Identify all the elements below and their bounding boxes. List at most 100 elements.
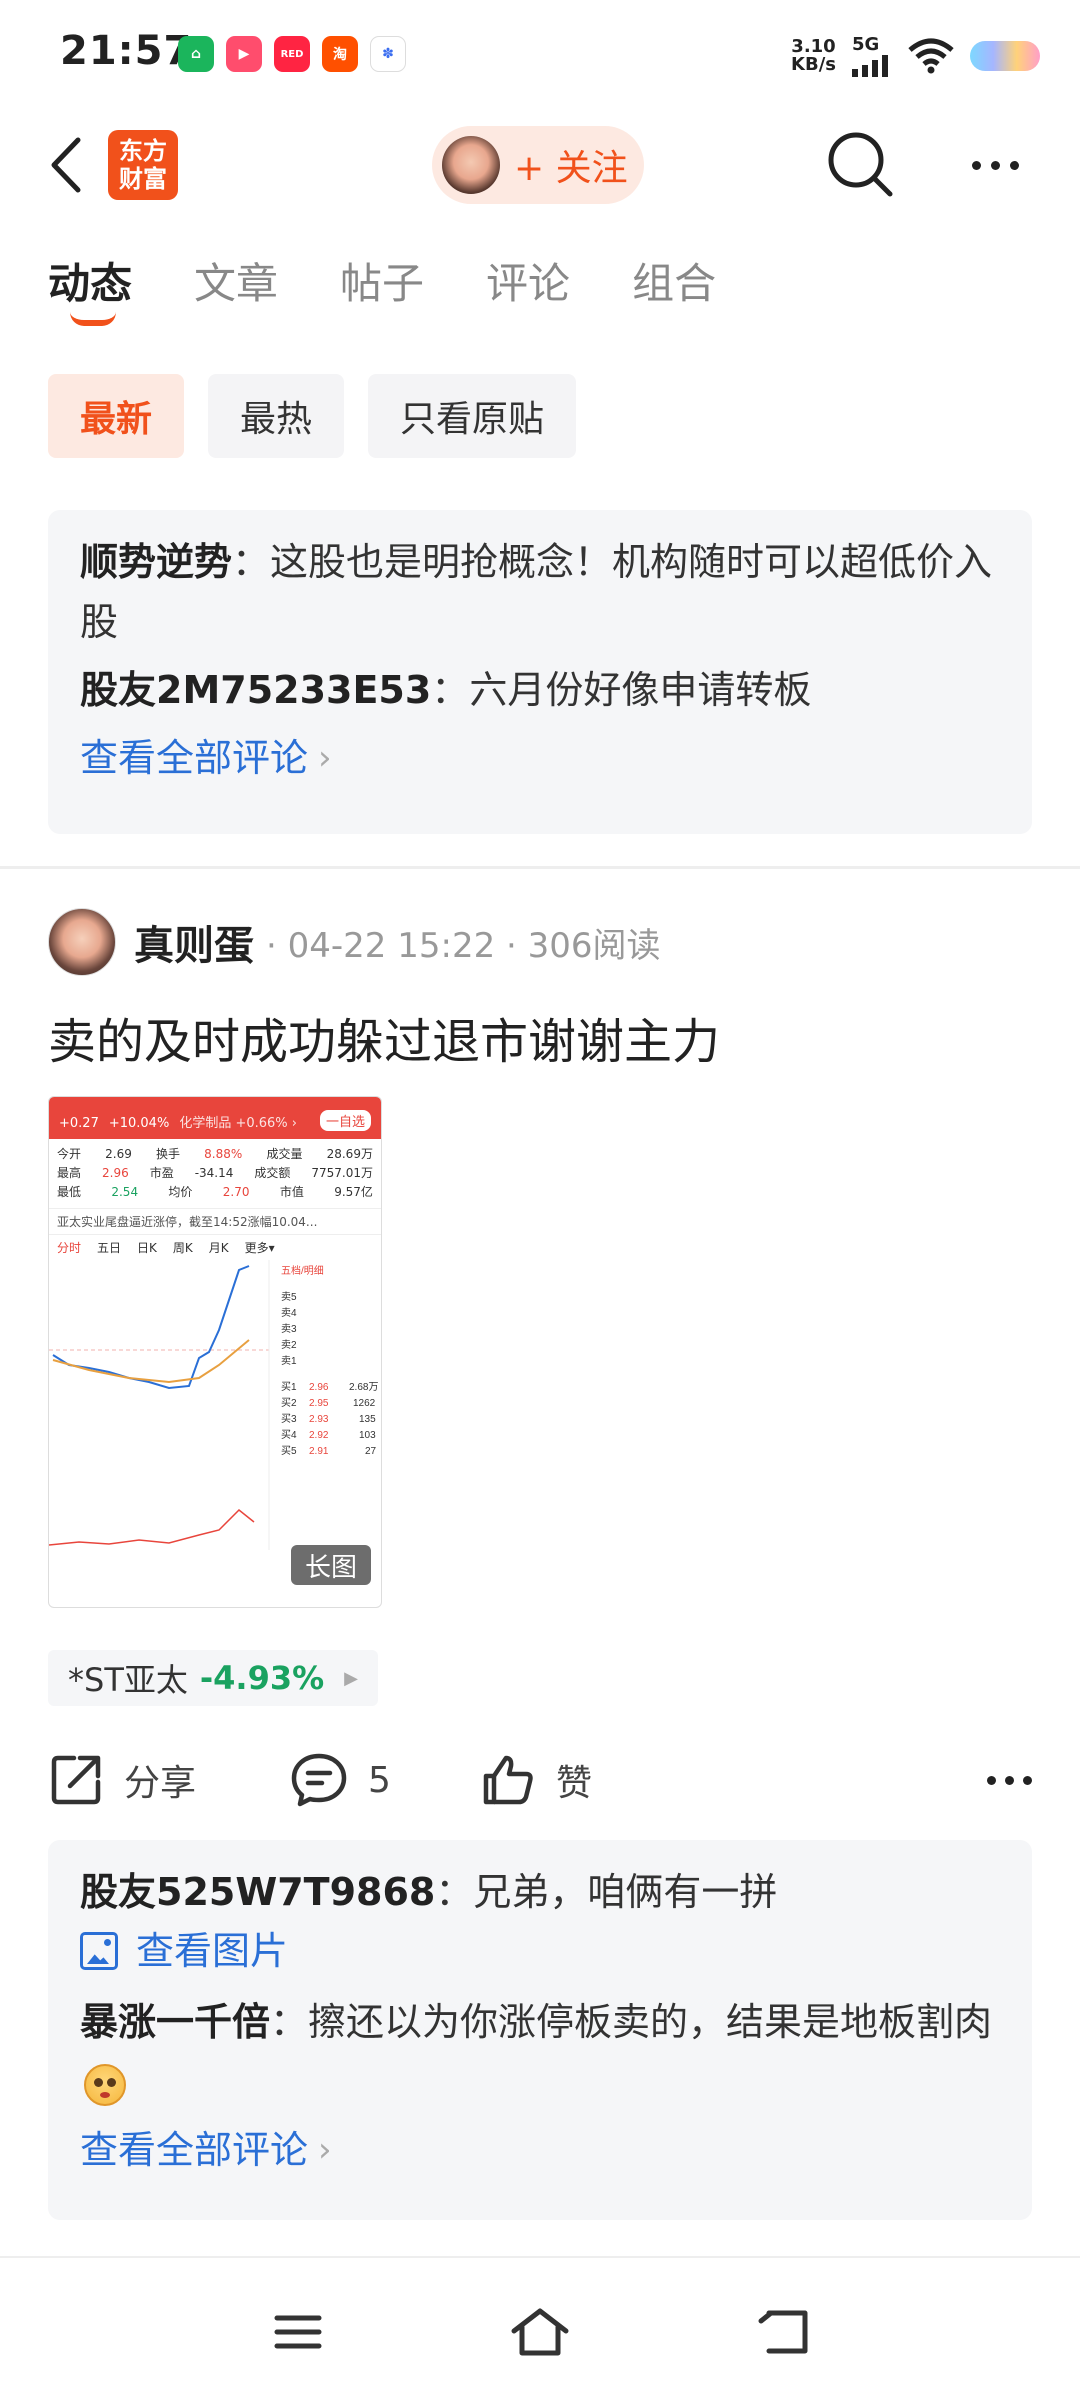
quote-header: +0.27 +10.04% 化学制品 +0.66% › 一自选 bbox=[49, 1097, 381, 1139]
view-all-comments-link[interactable]: 查看全部评论 › bbox=[80, 728, 1000, 788]
back-button[interactable] bbox=[40, 132, 90, 198]
post-meta: · 04-22 15:22 · 306阅读 bbox=[266, 925, 661, 966]
tab-comments[interactable]: 评论 bbox=[486, 250, 570, 311]
comment-item[interactable]: 暴涨一千倍：擦还以为你涨停板卖的，结果是地板割肉 bbox=[80, 1992, 1000, 2112]
filter-original-only[interactable]: 只看原贴 bbox=[368, 374, 577, 458]
svg-text:买4: 买4 bbox=[281, 1429, 297, 1441]
avatar bbox=[442, 136, 500, 194]
long-image-badge: 长图 bbox=[291, 1545, 371, 1585]
comment-user[interactable]: 顺势逆势 bbox=[80, 540, 232, 584]
comment-user[interactable]: 股友2M75233E53 bbox=[80, 668, 431, 712]
svg-text:五档/明细: 五档/明细 bbox=[281, 1264, 324, 1277]
blushing-emoji-icon bbox=[84, 2063, 126, 2106]
comment-text: 擦还以为你涨停板卖的，结果是地板割肉 bbox=[308, 2000, 993, 2044]
image-icon bbox=[80, 1932, 118, 1970]
post-actions: 分享 5 赞 bbox=[48, 1740, 1032, 1820]
stock-change: -4.93% bbox=[199, 1659, 325, 1697]
svg-text:卖3: 卖3 bbox=[281, 1323, 297, 1335]
intraday-chart-graphic: 五档/明细 卖5卖4卖3卖2卖1 买1 2.96 2.68万 买2 2.95 1262 … bbox=[49, 1260, 381, 1550]
svg-text:1262: 1262 bbox=[353, 1398, 376, 1409]
post-more-button[interactable] bbox=[987, 1740, 1032, 1820]
post-author[interactable]: 真则蛋 bbox=[134, 913, 254, 971]
xiaohongshu-app-icon: RED bbox=[274, 36, 310, 72]
back-nav-icon bbox=[758, 2310, 808, 2354]
svg-text:2.95: 2.95 bbox=[309, 1398, 329, 1409]
tab-dynamics[interactable]: 动态 bbox=[48, 250, 132, 326]
svg-text:卖1: 卖1 bbox=[281, 1355, 297, 1367]
follow-label: + 关注 bbox=[514, 148, 628, 189]
svg-text:买3: 买3 bbox=[281, 1413, 297, 1425]
section-divider bbox=[0, 866, 1080, 869]
comment-bubble-icon bbox=[291, 1753, 347, 1807]
home-button[interactable] bbox=[500, 2292, 580, 2372]
menu-icon bbox=[274, 2315, 322, 2349]
comment-preview-box: 顺势逆势：这股也是明抢概念！机构随时可以超低价入股 股友2M75233E53：六… bbox=[48, 510, 1032, 834]
status-time: 21:57 bbox=[60, 28, 193, 74]
sort-filters: 最新 最热 只看原贴 bbox=[48, 374, 577, 458]
active-tab-indicator bbox=[70, 312, 116, 326]
more-dots-icon bbox=[987, 1775, 996, 1785]
filter-hottest[interactable]: 最热 bbox=[208, 374, 345, 458]
view-all-comments-link[interactable]: 查看全部评论 › bbox=[80, 2120, 1000, 2180]
svg-text:2.91: 2.91 bbox=[309, 1446, 329, 1457]
search-button[interactable] bbox=[826, 130, 896, 200]
svg-text:卖4: 卖4 bbox=[281, 1307, 297, 1319]
quote-news: 亚太实业尾盘逼近涨停，截至14:52涨幅10.04... bbox=[49, 1208, 381, 1235]
svg-text:103: 103 bbox=[359, 1430, 376, 1441]
battery-icon bbox=[970, 40, 1040, 71]
follow-button[interactable]: + 关注 bbox=[432, 126, 644, 204]
tab-posts[interactable]: 帖子 bbox=[340, 250, 424, 311]
back-nav-button[interactable] bbox=[742, 2292, 822, 2372]
svg-text:卖5: 卖5 bbox=[281, 1291, 297, 1303]
post-title[interactable]: 卖的及时成功躲过退市谢谢主力 bbox=[48, 1002, 720, 1072]
stock-tag[interactable]: *ST亚太 -4.93% ▶ bbox=[48, 1650, 379, 1706]
cellular-signal-icon: 5G bbox=[852, 34, 892, 77]
status-bar: 21:57 ⌂ ▶ RED 淘 ✽ 3.10 KB/s 5G bbox=[0, 0, 1080, 110]
comment-button[interactable]: 5 bbox=[290, 1740, 391, 1820]
avatar[interactable] bbox=[48, 908, 116, 976]
svg-text:买2: 买2 bbox=[281, 1397, 297, 1409]
comment-item[interactable]: 顺势逆势：这股也是明抢概念！机构随时可以超低价入股 bbox=[80, 532, 1000, 652]
svg-text:2.93: 2.93 bbox=[309, 1414, 329, 1425]
recent-apps-button[interactable] bbox=[258, 2292, 338, 2372]
svg-text:卖2: 卖2 bbox=[281, 1339, 297, 1351]
quote-chart-tabs: 分时 五日 日K 周K 月K 更多▾ bbox=[57, 1241, 275, 1255]
comment-item[interactable]: 股友525W7T9868：兄弟，咱俩有一拼 bbox=[80, 1862, 1000, 1922]
comment-text: 六月份好像申请转板 bbox=[469, 668, 812, 712]
share-button[interactable]: 分享 bbox=[48, 1740, 196, 1820]
more-options-button[interactable] bbox=[960, 140, 1030, 190]
net-speed: 3.10 KB/s bbox=[791, 35, 836, 75]
svg-text:2.68万: 2.68万 bbox=[349, 1382, 378, 1393]
wifi-icon bbox=[908, 38, 954, 73]
status-right: 3.10 KB/s 5G bbox=[791, 34, 1040, 77]
like-button[interactable]: 赞 bbox=[480, 1740, 592, 1820]
share-icon bbox=[51, 1755, 101, 1805]
stock-name: *ST亚太 bbox=[68, 1661, 188, 1699]
svg-text:27: 27 bbox=[365, 1446, 377, 1457]
post-header: 真则蛋 · 04-22 15:22 · 306阅读 bbox=[48, 906, 661, 978]
svg-text:135: 135 bbox=[359, 1414, 376, 1425]
comment-preview-box: 股友525W7T9868：兄弟，咱俩有一拼 查看图片 暴涨一千倍：擦还以为你涨停… bbox=[48, 1840, 1032, 2220]
thumbs-up-icon bbox=[483, 1755, 533, 1805]
tab-portfolios[interactable]: 组合 bbox=[632, 250, 716, 311]
svg-text:2.92: 2.92 bbox=[309, 1430, 329, 1441]
svg-text:买5: 买5 bbox=[281, 1445, 297, 1457]
home-icon bbox=[511, 2308, 569, 2356]
quote-table: 今开 2.69 换手 8.88% 成交量 28.69万 最高 2.96 市盈 -34.14 成交额… bbox=[57, 1147, 373, 1199]
comment-user[interactable]: 暴涨一千倍 bbox=[80, 2000, 270, 2044]
comment-user[interactable]: 股友525W7T9868 bbox=[80, 1870, 435, 1914]
comment-item[interactable]: 股友2M75233E53：六月份好像申请转板 bbox=[80, 660, 1000, 720]
svg-text:买1: 买1 bbox=[281, 1381, 297, 1393]
chevron-right-icon: › bbox=[318, 2130, 332, 2170]
app-screen: 21:57 ⌂ ▶ RED 淘 ✽ 3.10 KB/s 5G 东方 财富 + 关… bbox=[0, 0, 1080, 2400]
more-dots-icon bbox=[971, 160, 981, 170]
chevron-right-icon: › bbox=[318, 738, 332, 778]
profile-tabs: 动态 文章 帖子 评论 组合 bbox=[48, 250, 716, 326]
filter-latest[interactable]: 最新 bbox=[48, 374, 185, 458]
comment-text: 兄弟，咱俩有一拼 bbox=[473, 1870, 778, 1914]
post-image[interactable]: +0.27 +10.04% 化学制品 +0.66% › 一自选 今开 2.69 换手… bbox=[48, 1096, 382, 1608]
tab-articles[interactable]: 文章 bbox=[194, 250, 278, 311]
view-image-link[interactable]: 查看图片 bbox=[80, 1922, 1000, 1980]
taobao-app-icon: 淘 bbox=[322, 36, 358, 72]
top-nav: 东方 财富 + 关注 bbox=[0, 110, 1080, 220]
